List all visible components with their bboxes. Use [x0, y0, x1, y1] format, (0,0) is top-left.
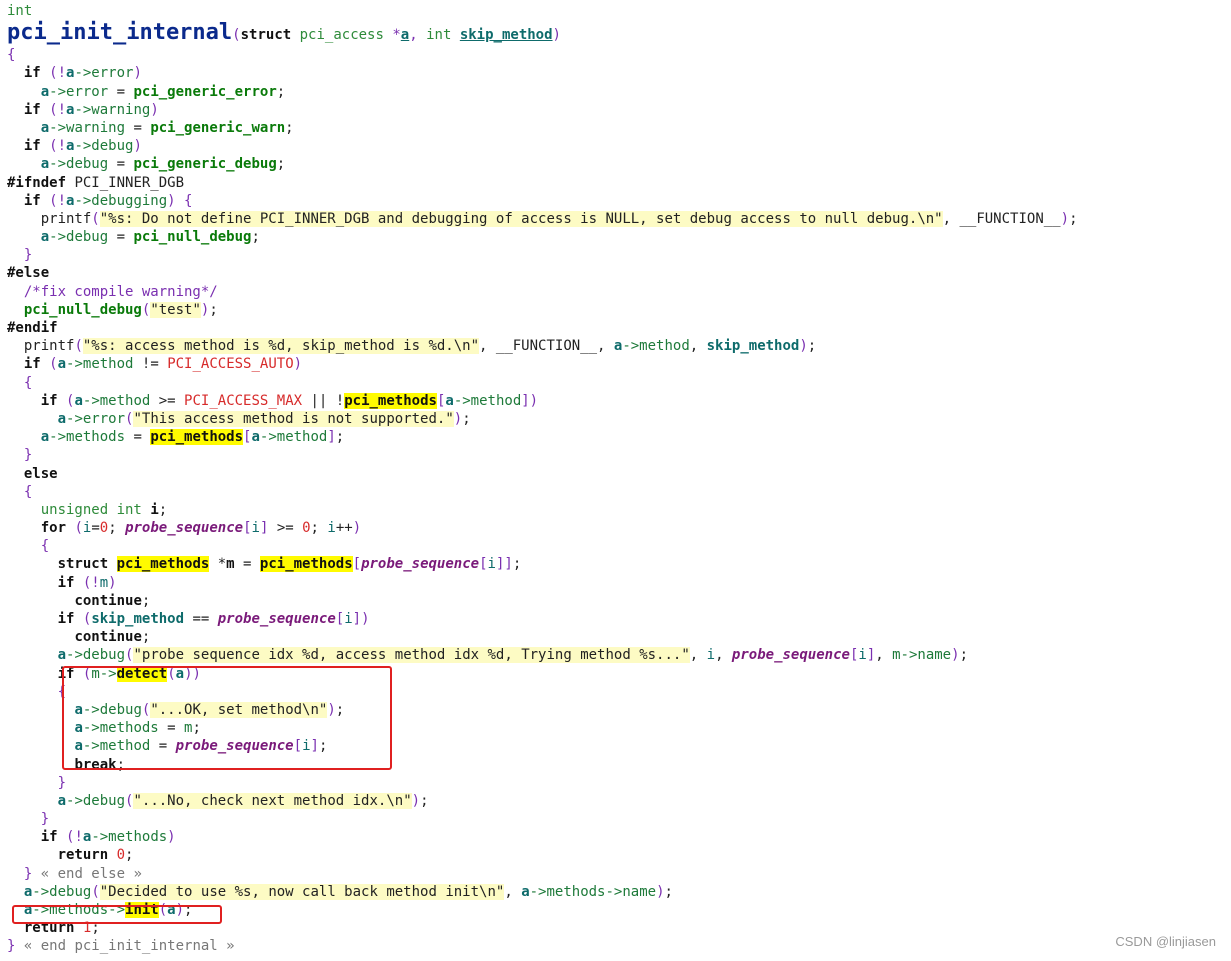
param-skip-method[interactable]: skip_method [460, 27, 553, 43]
code-line: /*fix compile warning*/ [0, 283, 1231, 301]
code-line: a->method = probe_sequence[i]; [74, 738, 328, 755]
code-line: int [0, 2, 1231, 20]
code-line: if (!a->methods) [40, 829, 176, 846]
code-viewer: int pci_init_internal(struct pci_access … [0, 0, 1231, 961]
function-signature-line: pci_init_internal(struct pci_access *a, … [7, 20, 561, 46]
code-line: continue; [74, 592, 151, 609]
func-pci-generic-warn[interactable]: pci_generic_warn [150, 120, 285, 136]
code-line: return 1; [23, 920, 100, 937]
code-line: a->error = pci_generic_error; [40, 83, 286, 100]
code-line: if (!m) [57, 574, 117, 591]
code-line: continue; [74, 629, 151, 646]
param-a[interactable]: a [401, 27, 409, 43]
param-type[interactable]: pci_access [300, 27, 384, 43]
code-line: for (i=0; probe_sequence[i] >= 0; i++) [40, 520, 362, 537]
code-line: a->warning = pci_generic_warn; [40, 119, 294, 136]
code-line: a->methods = m; [74, 720, 201, 737]
code-line: if (!a->warning) [23, 101, 159, 118]
code-line: { [57, 683, 67, 700]
code-line: } « end pci_init_internal » [7, 938, 235, 955]
code-line: #endif [7, 320, 58, 336]
end-function-marker: « end pci_init_internal » [23, 938, 235, 955]
code-line: a->methods = pci_methods[a->method]; [40, 429, 345, 446]
code-line: a->error("This access method is not supp… [57, 410, 471, 427]
code-line: if (a->method != PCI_ACCESS_AUTO) [23, 356, 303, 373]
code-line: unsigned int i; [40, 501, 168, 518]
code-line: printf("%s: access method is %d, skip_me… [23, 338, 817, 355]
string-literal: "%s: access method is %d, skip_method is… [82, 338, 480, 355]
string-literal: "...No, check next method idx.\n" [133, 792, 412, 809]
function-name[interactable]: pci_init_internal [7, 20, 232, 45]
end-else-marker: « end else » [40, 865, 142, 882]
code-line: #ifndef PCI_INNER_DGB [7, 174, 185, 191]
code-line: if (!a->error) [23, 65, 142, 82]
code-line: a->debug("...OK, set method\n"); [74, 701, 345, 718]
func-pci-generic-debug[interactable]: pci_generic_debug [133, 156, 276, 172]
highlight-detect[interactable]: detect [116, 665, 168, 682]
code-line: a->methods->init(a); [23, 902, 193, 918]
code-line: { [23, 374, 33, 391]
func-pci-null-debug[interactable]: pci_null_debug [133, 229, 251, 245]
string-literal: "This access method is not supported." [133, 410, 454, 427]
code-line: { [23, 483, 33, 500]
highlight-init[interactable]: init [125, 902, 159, 918]
code-line: if (skip_method == probe_sequence[i]) [57, 611, 370, 627]
code-line: printf("%s: Do not define PCI_INNER_DGB … [40, 210, 1078, 227]
string-literal: "test" [150, 301, 201, 318]
code-line: a->debug("probe sequence idx %d, access … [57, 647, 968, 664]
string-literal: "Decided to use %s, now call back method… [99, 883, 505, 900]
code-line: a->debug("...No, check next method idx.\… [57, 792, 429, 809]
code-line: if (!a->debug) [23, 138, 142, 155]
code-line: a->debug = pci_generic_debug; [40, 156, 286, 173]
param-struct-keyword: struct [240, 27, 292, 44]
code-line: if (m->detect(a)) [57, 665, 201, 682]
func-pci-null-debug[interactable]: pci_null_debug [24, 302, 142, 318]
code-line: { [40, 538, 50, 555]
code-line: } [57, 774, 67, 791]
highlight-pci-methods[interactable]: pci_methods [150, 429, 244, 446]
code-line: } [40, 811, 50, 828]
string-literal: "...OK, set method\n" [150, 701, 328, 718]
watermark: CSDN @linjiasen [1115, 933, 1216, 949]
func-pci-generic-error[interactable]: pci_generic_error [133, 84, 276, 100]
highlight-pci-methods[interactable]: pci_methods [116, 556, 210, 573]
code-line: struct pci_methods *m = pci_methods[prob… [57, 556, 522, 573]
code-line: } [23, 447, 33, 464]
code-line: a->debug("Decided to use %s, now call ba… [23, 883, 673, 900]
string-literal: "probe sequence idx %d, access method id… [133, 647, 690, 664]
code-line: #else [7, 265, 50, 282]
code-line: else [23, 465, 58, 482]
code-line: pci_null_debug("test"); [23, 301, 218, 318]
code-line: { [7, 47, 16, 64]
code-line: if (!a->debugging) { [23, 192, 193, 209]
code-line: } [23, 247, 33, 264]
code-line: if (a->method >= PCI_ACCESS_MAX || !pci_… [40, 392, 539, 409]
code-line: return 0; [57, 847, 134, 864]
code-line: break; [74, 756, 126, 773]
param-int-type: int [426, 27, 452, 44]
code-comment: /*fix compile warning*/ [23, 283, 218, 300]
return-type: int [7, 3, 33, 19]
highlight-pci-methods[interactable]: pci_methods [259, 556, 353, 573]
string-literal: "%s: Do not define PCI_INNER_DGB and deb… [99, 210, 943, 227]
code-line: } « end else » [23, 865, 142, 882]
code-line: a->debug = pci_null_debug; [40, 229, 260, 246]
highlight-pci-methods[interactable]: pci_methods [344, 392, 437, 409]
